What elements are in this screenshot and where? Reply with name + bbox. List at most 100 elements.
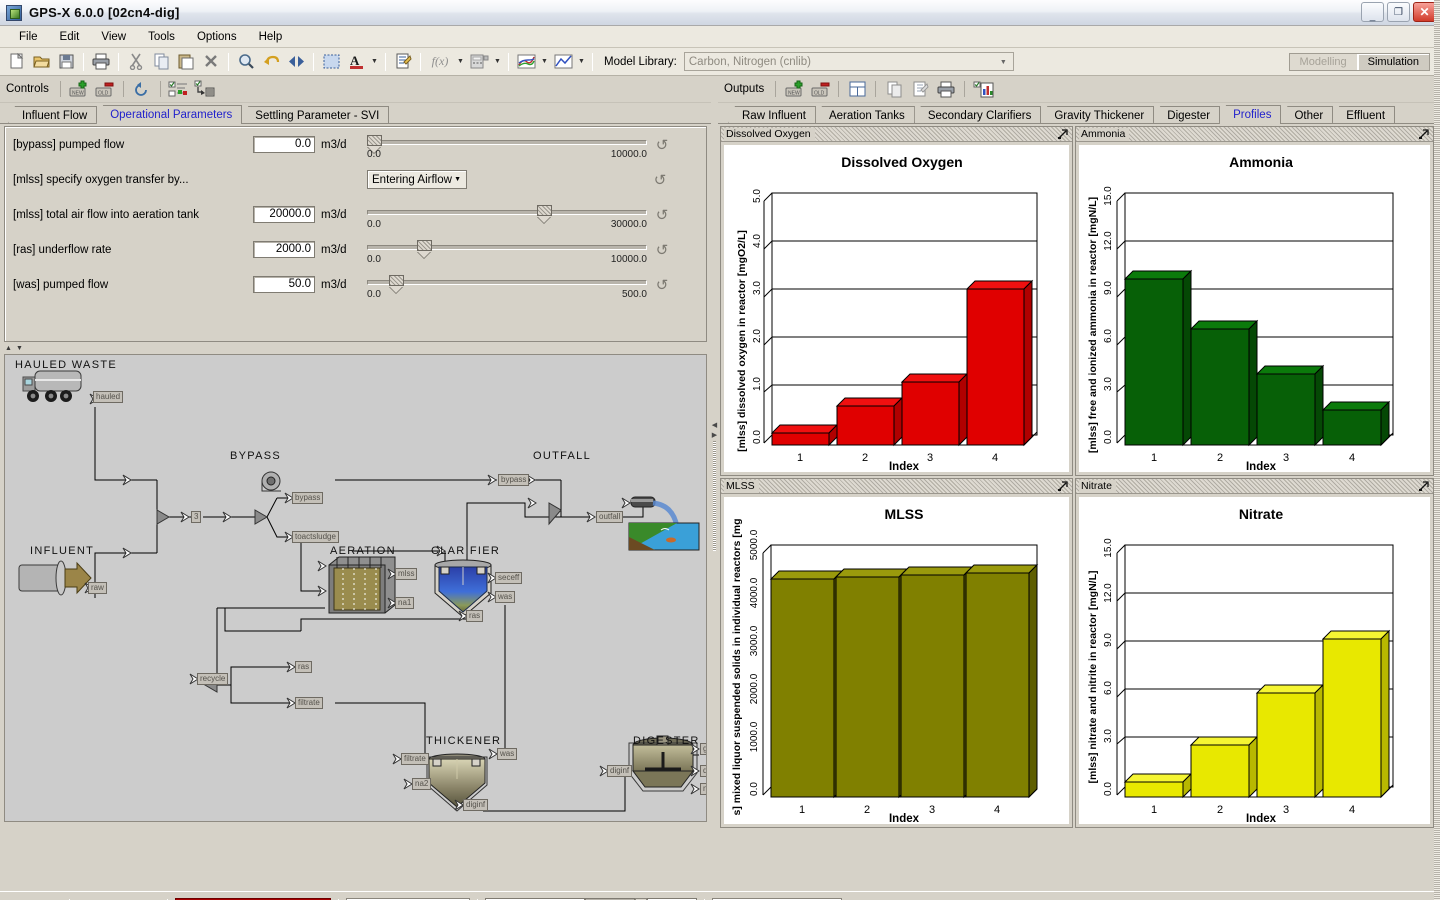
tab-aeration-tanks[interactable]: Aeration Tanks	[814, 106, 915, 124]
tab-effluent[interactable]: Effluent	[1332, 106, 1396, 124]
parameter-value-input[interactable]: 0.0	[253, 136, 315, 153]
parameter-slider[interactable]: 0.0 10000.0	[367, 236, 647, 265]
print-icon[interactable]	[89, 50, 113, 74]
chart-output-icon[interactable]	[971, 77, 995, 101]
reset-controls-icon[interactable]	[130, 77, 154, 101]
stream-port-diginf-out[interactable]: diginf	[463, 799, 489, 811]
add-output-icon[interactable]: NEW	[782, 77, 806, 101]
stream-port-digef[interactable]: digef	[700, 765, 706, 777]
parameter-slider[interactable]: 0.0 500.0	[367, 271, 647, 300]
stream-port-na3[interactable]: na3	[700, 783, 706, 795]
stream-port-gas[interactable]: gas	[700, 743, 706, 755]
expand-icon[interactable]	[1418, 128, 1430, 140]
stream-port-filtrate[interactable]: filtrate	[295, 697, 323, 709]
chart-canvas-dissolved-oxygen[interactable]: Dissolved Oxygen [mlss] dissolved oxygen…	[723, 144, 1070, 473]
stream-port-recycle[interactable]: recycle	[197, 673, 229, 685]
chart-single-icon[interactable]	[551, 50, 575, 74]
tab-other[interactable]: Other	[1280, 106, 1334, 124]
stream-port-raw[interactable]: raw	[88, 582, 107, 594]
chart-canvas-mlss[interactable]: MLSS s] mixed liquor suspended solids in…	[723, 496, 1070, 825]
tab-profiles[interactable]: Profiles	[1219, 105, 1282, 124]
new-file-icon[interactable]	[4, 50, 28, 74]
tab-digester[interactable]: Digester	[1153, 106, 1221, 124]
chart-header[interactable]: MLSS	[721, 479, 1072, 494]
menu-options[interactable]: Options	[186, 29, 248, 45]
collapse-up-icon[interactable]: ▲	[5, 345, 12, 352]
menu-view[interactable]: View	[90, 29, 137, 45]
paste-output-icon[interactable]	[908, 77, 932, 101]
tab-secondary-clarifiers[interactable]: Secondary Clarifiers	[913, 106, 1042, 124]
function-builder-icon[interactable]: f(x)	[426, 50, 454, 74]
stream-port-was-thick[interactable]: was	[497, 748, 518, 760]
parameter-slider[interactable]: 0.0 30000.0	[367, 201, 647, 230]
layout-grid-icon[interactable]	[845, 77, 869, 101]
tab-settling-parameter-svi[interactable]: Settling Parameter - SVI	[241, 106, 390, 124]
open-folder-icon[interactable]	[29, 50, 53, 74]
close-button[interactable]: ✕	[1413, 2, 1436, 22]
copy-icon[interactable]	[149, 50, 173, 74]
splitter-collapse-right-icon[interactable]: ▶	[712, 431, 717, 439]
pane-splitter[interactable]: ◀ ▶	[711, 76, 718, 891]
stream-port-outfall[interactable]: outfall	[596, 511, 624, 523]
stream-port-seceff[interactable]: seceff	[495, 572, 523, 584]
process-flowsheet[interactable]: HAULED WASTE INFLUENT BYPASS OUTFALL AER…	[4, 354, 707, 822]
tab-gravity-thickener[interactable]: Gravity Thickener	[1040, 106, 1155, 124]
stream-port-mlss[interactable]: mlss	[395, 568, 418, 580]
copy-output-icon[interactable]	[882, 77, 906, 101]
parameter-value-input[interactable]: 2000.0	[253, 241, 315, 258]
parameter-slider[interactable]: 0.0 10000.0	[367, 131, 647, 160]
chart-header[interactable]: Dissolved Oxygen	[721, 127, 1072, 142]
mode-modelling-button[interactable]: Modelling	[1289, 53, 1357, 70]
stream-port-ras-clar[interactable]: ras	[466, 610, 484, 622]
reset-parameter-icon[interactable]: ↺	[647, 241, 677, 259]
maximize-button[interactable]: ❐	[1387, 2, 1410, 22]
reset-parameter-icon[interactable]: ↺	[645, 171, 675, 189]
select-region-icon[interactable]	[319, 50, 343, 74]
reset-parameter-icon[interactable]: ↺	[647, 276, 677, 294]
vertical-scrollbar[interactable]	[1434, 0, 1440, 900]
slider-thumb[interactable]	[537, 204, 552, 223]
stream-port-bypass-in[interactable]: bypass	[292, 492, 324, 504]
function-dropdown-caret[interactable]: ▼	[455, 50, 466, 74]
splitter-grip[interactable]	[713, 440, 716, 551]
chart-canvas-nitrate[interactable]: Nitrate [mlss] nitrate and nitrite in re…	[1078, 496, 1431, 825]
font-color-dropdown-caret[interactable]: ▼	[369, 50, 380, 74]
cut-icon[interactable]	[124, 50, 148, 74]
collapse-down-icon[interactable]: ▼	[16, 345, 23, 352]
paste-icon[interactable]	[174, 50, 198, 74]
minimize-button[interactable]: _	[1361, 2, 1384, 22]
chart-multi-dropdown-caret[interactable]: ▼	[539, 50, 550, 74]
remove-control-icon[interactable]: OLD	[93, 77, 117, 101]
stream-port-toactsludge[interactable]: toactsludge	[292, 531, 339, 543]
stream-port-filtrate-thick[interactable]: filtrate	[401, 753, 429, 765]
stream-port-na1[interactable]: na1	[395, 597, 415, 609]
parameter-value-input[interactable]: 50.0	[253, 276, 315, 293]
stream-port-ras[interactable]: ras	[295, 661, 313, 673]
stream-port-diginf-in[interactable]: diginf	[607, 765, 633, 777]
stream-port-na2[interactable]: na2	[412, 778, 432, 790]
slider-thumb[interactable]	[389, 274, 404, 293]
edit-notes-icon[interactable]	[391, 50, 415, 74]
parameter-value-input[interactable]: 20000.0	[253, 206, 315, 223]
zoom-icon[interactable]	[234, 50, 258, 74]
chart-multi-icon[interactable]	[514, 50, 538, 74]
delete-icon[interactable]	[199, 50, 223, 74]
add-control-icon[interactable]: NEW	[67, 77, 91, 101]
chart-header[interactable]: Ammonia	[1076, 127, 1433, 142]
menu-edit[interactable]: Edit	[49, 29, 91, 45]
stream-port-hauled[interactable]: hauled	[93, 391, 124, 403]
calculator-icon[interactable]	[467, 50, 491, 74]
stream-port-bypass-out[interactable]: bypass	[498, 474, 530, 486]
remove-output-icon[interactable]: OLD	[808, 77, 832, 101]
calculator-dropdown-caret[interactable]: ▼	[492, 50, 503, 74]
reset-parameter-icon[interactable]: ↺	[647, 206, 677, 224]
panel-collapse-bar[interactable]: ▲ ▼	[0, 342, 711, 354]
print-output-icon[interactable]	[934, 77, 958, 101]
expand-icon[interactable]	[1057, 480, 1069, 492]
manage-controls-icon[interactable]	[167, 77, 191, 101]
expand-icon[interactable]	[1418, 480, 1430, 492]
tab-raw-influent[interactable]: Raw Influent	[728, 106, 816, 124]
chart-header[interactable]: Nitrate	[1076, 479, 1433, 494]
step-nav-icon[interactable]	[284, 50, 308, 74]
undo-icon[interactable]	[259, 50, 283, 74]
